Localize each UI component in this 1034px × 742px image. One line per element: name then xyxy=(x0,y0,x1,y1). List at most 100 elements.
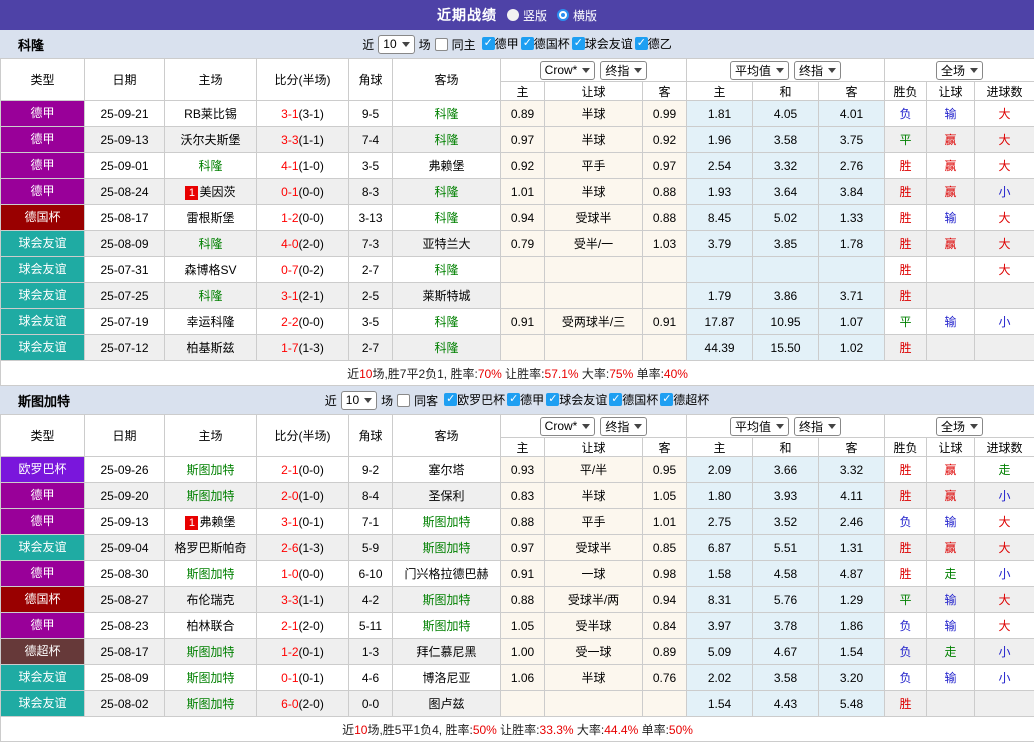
date-cell: 25-08-24 xyxy=(85,179,165,205)
scope-group-header: 全场 xyxy=(885,59,1034,82)
result-cell: 胜 xyxy=(885,483,927,509)
home-team-cell: 斯图加特 xyxy=(165,639,257,665)
avg-group-header: 平均值 终指 xyxy=(687,415,885,438)
col-odds-home: 主 xyxy=(501,438,545,457)
avg-draw-cell: 4.43 xyxy=(753,691,819,717)
recent-count-select[interactable]: 10 xyxy=(378,35,414,54)
goals-result-cell xyxy=(975,283,1034,309)
corner-cell: 6-10 xyxy=(349,561,393,587)
summary-segment: 50% xyxy=(473,723,497,737)
league-checkbox[interactable] xyxy=(572,37,585,50)
date-cell: 25-08-30 xyxy=(85,561,165,587)
away-team-cell: 科隆 xyxy=(393,205,501,231)
same-venue-checkbox[interactable] xyxy=(435,38,448,51)
away-odds-cell xyxy=(643,335,687,361)
league-checkbox[interactable] xyxy=(546,393,559,406)
league-type-badge: 欧罗巴杯 xyxy=(1,457,84,482)
date-cell: 25-09-21 xyxy=(85,101,165,127)
avg-source-select[interactable]: 平均值 xyxy=(730,417,789,436)
avg-away-cell: 3.84 xyxy=(819,179,885,205)
avg-away-cell: 1.54 xyxy=(819,639,885,665)
league-filter-item[interactable]: 德乙 xyxy=(635,35,672,52)
scope-select[interactable]: 全场 xyxy=(936,417,983,436)
corner-cell: 2-5 xyxy=(349,283,393,309)
league-filter-item[interactable]: 德甲 xyxy=(482,35,519,52)
avg-source-select[interactable]: 平均值 xyxy=(730,61,789,80)
league-filter-item[interactable]: 球会友谊 xyxy=(546,391,607,408)
away-team-cell: 弗赖堡 xyxy=(393,153,501,179)
league-checkbox[interactable] xyxy=(507,393,520,406)
handicap-cell: 一球 xyxy=(545,561,643,587)
away-team-cell: 科隆 xyxy=(393,309,501,335)
match-row: 球会友谊25-07-12柏基斯兹1-7(1-3)2-7科隆44.3915.501… xyxy=(1,335,1034,361)
avg-index-select[interactable]: 终指 xyxy=(794,417,841,436)
date-cell: 25-07-31 xyxy=(85,257,165,283)
odds-source-select[interactable]: Crow* xyxy=(540,61,596,80)
league-filter-item[interactable]: 德国杯 xyxy=(609,391,658,408)
same-venue-checkbox[interactable] xyxy=(397,394,410,407)
chevron-down-icon xyxy=(634,68,642,73)
col-handicap: 让球 xyxy=(545,82,643,101)
goals-result-cell: 大 xyxy=(975,101,1034,127)
league-checkbox[interactable] xyxy=(444,393,457,406)
league-filter-item[interactable]: 德国杯 xyxy=(521,35,570,52)
result-cell: 平 xyxy=(885,127,927,153)
home-odds-cell: 0.88 xyxy=(501,587,545,613)
scope-select[interactable]: 全场 xyxy=(936,61,983,80)
corner-cell: 4-2 xyxy=(349,587,393,613)
league-filter-item[interactable]: 欧罗巴杯 xyxy=(444,391,505,408)
layout-radio-vertical[interactable]: 竖版 xyxy=(507,7,547,24)
home-team-cell: 柏基斯兹 xyxy=(165,335,257,361)
league-type-badge: 德国杯 xyxy=(1,587,84,612)
corner-cell: 9-5 xyxy=(349,101,393,127)
results-table: 类型 日期 主场 比分(半场) 角球 客场 Crow* 终指 平均值 终指 xyxy=(0,58,1034,386)
page-title: 近期战绩 xyxy=(437,5,497,25)
match-row: 球会友谊25-08-02斯图加特6-0(2-0)0-0图卢兹1.544.435.… xyxy=(1,691,1034,717)
summary-segment: 57.1% xyxy=(545,367,579,381)
result-cell: 负 xyxy=(885,639,927,665)
league-checkbox[interactable] xyxy=(609,393,622,406)
chevron-down-icon xyxy=(402,42,410,47)
chevron-down-icon xyxy=(970,424,978,429)
avg-draw-cell: 4.05 xyxy=(753,101,819,127)
recent-count-select[interactable]: 10 xyxy=(341,391,377,410)
filter-suffix-label: 场 xyxy=(419,36,431,53)
score-cell: 3-3(1-1) xyxy=(257,127,349,153)
handicap-cell: 半球 xyxy=(545,665,643,691)
away-odds-cell: 0.95 xyxy=(643,457,687,483)
league-type-badge: 球会友谊 xyxy=(1,257,84,282)
odds-source-select[interactable]: Crow* xyxy=(540,417,596,436)
league-type-cell: 德甲 xyxy=(1,153,85,179)
handicap-result-cell: 赢 xyxy=(927,153,975,179)
corner-cell: 5-9 xyxy=(349,535,393,561)
handicap-result-cell: 走 xyxy=(927,561,975,587)
home-team-cell: 斯图加特 xyxy=(165,561,257,587)
home-odds-cell: 1.06 xyxy=(501,665,545,691)
league-checkbox[interactable] xyxy=(635,37,648,50)
avg-index-select[interactable]: 终指 xyxy=(794,61,841,80)
home-odds-cell xyxy=(501,283,545,309)
league-filter-item[interactable]: 德甲 xyxy=(507,391,544,408)
result-cell: 胜 xyxy=(885,561,927,587)
league-checkbox[interactable] xyxy=(521,37,534,50)
odds-index-select[interactable]: 终指 xyxy=(600,417,647,436)
odds-index-select[interactable]: 终指 xyxy=(600,61,647,80)
avg-draw-cell xyxy=(753,257,819,283)
league-checkbox[interactable] xyxy=(482,37,495,50)
date-cell: 25-08-09 xyxy=(85,665,165,691)
league-filter-item[interactable]: 德超杯 xyxy=(660,391,709,408)
layout-radio-horizontal[interactable]: 横版 xyxy=(557,7,597,24)
league-checkbox[interactable] xyxy=(660,393,673,406)
radio-icon[interactable] xyxy=(507,9,519,21)
handicap-result-cell xyxy=(927,691,975,717)
radio-icon[interactable] xyxy=(557,9,569,21)
score-cell: 2-0(1-0) xyxy=(257,483,349,509)
avg-home-cell: 1.58 xyxy=(687,561,753,587)
league-filter-item[interactable]: 球会友谊 xyxy=(572,35,633,52)
radio-label: 竖版 xyxy=(523,7,547,24)
avg-away-cell: 1.78 xyxy=(819,231,885,257)
chevron-down-icon xyxy=(828,424,836,429)
avg-home-cell: 3.79 xyxy=(687,231,753,257)
league-type-cell: 球会友谊 xyxy=(1,691,85,717)
col-home: 主场 xyxy=(165,59,257,101)
